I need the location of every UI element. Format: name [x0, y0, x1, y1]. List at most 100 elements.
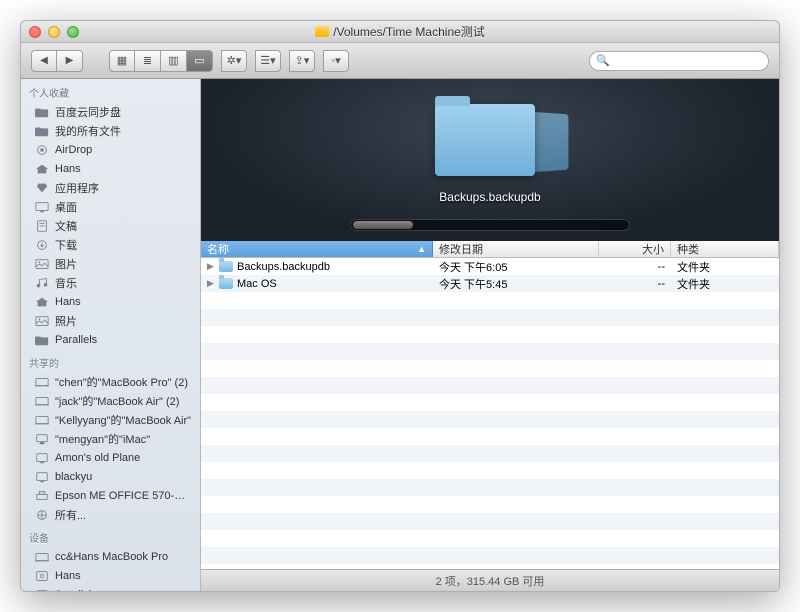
- pc-icon: [35, 452, 49, 464]
- sidebar-item[interactable]: "jack"的"MacBook Air" (2): [21, 391, 200, 410]
- sidebar-item-label: 音乐: [55, 275, 192, 291]
- close-button[interactable]: [29, 26, 41, 38]
- finder-window: /Volumes/Time Machine测试 ◀ ▶ ▦ ≣ ▥ ▭ ✲▾ ☰…: [20, 20, 780, 592]
- sidebar-item[interactable]: "chen"的"MacBook Pro" (2): [21, 372, 200, 391]
- coverflow-item[interactable]: [435, 104, 545, 184]
- column-kind[interactable]: 种类: [671, 241, 779, 257]
- downloads-icon: [35, 239, 49, 251]
- sidebar[interactable]: 个人收藏百度云同步盘我的所有文件AirDropHans应用程序桌面文稿下载图片音…: [21, 79, 201, 591]
- coverflow-scrollbar[interactable]: [350, 219, 630, 231]
- action-menu: ✲▾: [221, 50, 247, 72]
- sidebar-item[interactable]: 图片: [21, 254, 200, 273]
- sidebar-section-header: 共享的: [21, 349, 200, 372]
- sidebar-item[interactable]: 音乐: [21, 273, 200, 292]
- nav-buttons: ◀ ▶: [31, 50, 83, 72]
- folder-icon: [219, 261, 233, 272]
- sidebar-item[interactable]: Epson ME OFFICE 570-E8...: [21, 486, 200, 505]
- file-list[interactable]: ▶Backups.backupdb今天 下午6:05--文件夹▶Mac OS今天…: [201, 258, 779, 569]
- arrange-button[interactable]: ☰▾: [255, 50, 281, 72]
- docs-icon: [35, 220, 49, 232]
- sidebar-item[interactable]: Amon's old Plane: [21, 448, 200, 467]
- sidebar-item[interactable]: blackyu: [21, 467, 200, 486]
- forward-button[interactable]: ▶: [57, 50, 83, 72]
- sidebar-item[interactable]: Hans: [21, 292, 200, 311]
- folder-icon: [219, 278, 233, 289]
- file-row[interactable]: ▶Mac OS今天 下午5:45--文件夹: [201, 275, 779, 292]
- action-button[interactable]: ✲▾: [221, 50, 247, 72]
- file-size: --: [599, 278, 671, 290]
- sidebar-item[interactable]: Hans: [21, 566, 200, 585]
- sidebar-item[interactable]: "Kellyyang"的"MacBook Air": [21, 410, 200, 429]
- apps-icon: [35, 182, 49, 194]
- sidebar-item[interactable]: 照片: [21, 311, 200, 330]
- coverflow-view-button[interactable]: ▭: [187, 50, 213, 72]
- file-row[interactable]: ▶Backups.backupdb今天 下午6:05--文件夹: [201, 258, 779, 275]
- view-buttons: ▦ ≣ ▥ ▭: [109, 50, 213, 72]
- column-size[interactable]: 大小: [599, 241, 671, 257]
- sidebar-item-label: AirDrop: [55, 144, 192, 156]
- toolbar: ◀ ▶ ▦ ≣ ▥ ▭ ✲▾ ☰▾ ⇪▾ ◦▾ 🔍: [21, 43, 779, 79]
- folder-icon: [35, 125, 49, 137]
- icon-view-button[interactable]: ▦: [109, 50, 135, 72]
- disclosure-icon[interactable]: ▶: [207, 261, 215, 272]
- minimize-button[interactable]: [48, 26, 60, 38]
- search-input[interactable]: [614, 55, 762, 67]
- sidebar-item-label: "chen"的"MacBook Pro" (2): [55, 374, 192, 390]
- column-date[interactable]: 修改日期: [433, 241, 599, 257]
- column-view-button[interactable]: ▥: [161, 50, 187, 72]
- file-kind: 文件夹: [671, 276, 779, 292]
- coverflow-pane[interactable]: Backups.backupdb: [201, 79, 779, 241]
- sidebar-item[interactable]: cc&Hans MacBook Pro: [21, 547, 200, 566]
- sidebar-item[interactable]: 所有...: [21, 505, 200, 524]
- sidebar-item[interactable]: "mengyan"的"iMac": [21, 429, 200, 448]
- disk-icon: [35, 589, 49, 592]
- zoom-button[interactable]: [67, 26, 79, 38]
- all-icon: [35, 509, 49, 521]
- arrange-menu: ☰▾: [255, 50, 281, 72]
- imac-icon: [35, 433, 49, 445]
- home-icon: [35, 163, 49, 175]
- music-icon: [35, 277, 49, 289]
- printer-icon: [35, 490, 49, 502]
- folder-icon: [35, 334, 49, 346]
- sidebar-item[interactable]: 我的所有文件: [21, 121, 200, 140]
- disclosure-icon[interactable]: ▶: [207, 278, 215, 289]
- sidebar-item[interactable]: AirDrop: [21, 140, 200, 159]
- sidebar-item[interactable]: Hans: [21, 159, 200, 178]
- share-menu: ⇪▾: [289, 50, 315, 72]
- sidebar-item-label: cc&Hans MacBook Pro: [55, 551, 192, 563]
- sidebar-item[interactable]: Sandisk: [21, 585, 200, 591]
- tags-button[interactable]: ◦▾: [323, 50, 349, 72]
- sidebar-item-label: "mengyan"的"iMac": [55, 431, 192, 447]
- sidebar-item-label: Parallels: [55, 334, 192, 346]
- file-size: --: [599, 261, 671, 273]
- status-text: 2 项，315.44 GB 可用: [436, 573, 545, 589]
- sidebar-item[interactable]: 下载: [21, 235, 200, 254]
- sidebar-item[interactable]: 文稿: [21, 216, 200, 235]
- airdrop-icon: [35, 144, 49, 156]
- folder-icon: [435, 104, 535, 176]
- status-bar: 2 项，315.44 GB 可用: [201, 569, 779, 591]
- sidebar-item-label: Hans: [55, 296, 192, 308]
- list-view-button[interactable]: ≣: [135, 50, 161, 72]
- sidebar-item[interactable]: Parallels: [21, 330, 200, 349]
- sidebar-item-label: Hans: [55, 163, 192, 175]
- disk-icon: [35, 570, 49, 582]
- back-button[interactable]: ◀: [31, 50, 57, 72]
- sidebar-item[interactable]: 百度云同步盘: [21, 102, 200, 121]
- search-icon: 🔍: [596, 54, 610, 67]
- sidebar-item[interactable]: 桌面: [21, 197, 200, 216]
- sidebar-item-label: 下载: [55, 237, 192, 253]
- traffic-lights: [21, 26, 79, 38]
- titlebar[interactable]: /Volumes/Time Machine测试: [21, 21, 779, 43]
- sidebar-item-label: 文稿: [55, 218, 192, 234]
- window-body: 个人收藏百度云同步盘我的所有文件AirDropHans应用程序桌面文稿下载图片音…: [21, 79, 779, 591]
- column-name[interactable]: 名称 ▲: [201, 241, 433, 257]
- sidebar-item[interactable]: 应用程序: [21, 178, 200, 197]
- home-icon: [35, 296, 49, 308]
- search-field[interactable]: 🔍: [589, 51, 769, 71]
- title-text: /Volumes/Time Machine测试: [333, 23, 485, 40]
- file-date: 今天 下午6:05: [433, 259, 599, 275]
- desktop-icon: [35, 201, 49, 213]
- share-button[interactable]: ⇪▾: [289, 50, 315, 72]
